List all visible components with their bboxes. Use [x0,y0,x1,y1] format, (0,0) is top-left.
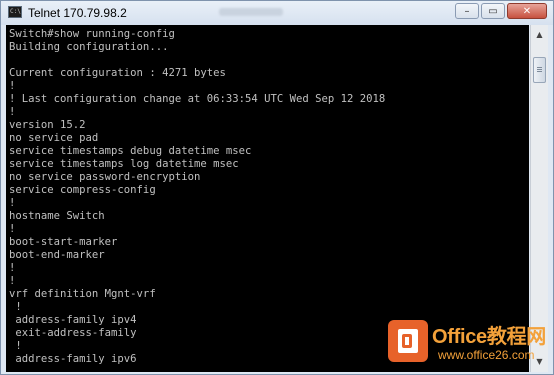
terminal-line: Switch#show running-config [9,28,175,40]
terminal-line: ! [9,340,22,352]
terminal-line: service timestamps debug datetime msec [9,145,252,157]
watermark: Office教程网 www.office26.com [388,318,548,368]
watermark-site: www.office26.com [438,348,535,362]
terminal-line: version 15.2 [9,119,86,131]
terminal-line: vrf definition Mgnt-vrf [9,288,156,300]
window-title: Telnet 170.79.98.2 [28,6,127,20]
terminal-line: ! [9,80,16,92]
terminal-line: no service password-encryption [9,171,201,183]
window-controls: – ▭ ✕ [455,3,547,21]
terminal-line: ! Last configuration change at 06:33:54 … [9,93,386,105]
terminal-line: address-family ipv6 [9,353,137,365]
console-app-icon[interactable]: C:\ [8,6,22,18]
scrollbar-thumb[interactable] [533,57,546,83]
title-bar[interactable]: C:\ Telnet 170.79.98.2 – ▭ ✕ [1,1,553,25]
office-logo-icon [388,320,428,362]
terminal-line: service timestamps log datetime msec [9,158,239,170]
watermark-brand: Office教程网 [432,326,546,348]
terminal-line: ! [9,197,16,209]
maximize-button[interactable]: ▭ [481,3,505,19]
terminal-line: no service pad [9,132,99,144]
terminal-line: boot-end-marker [9,249,105,261]
terminal-line: Building configuration... [9,41,169,53]
scroll-up-icon[interactable]: ▲ [532,26,547,43]
terminal-line: boot-start-marker [9,236,118,248]
app-icon-glyph: C:\ [10,8,21,15]
terminal-line: address-family ipv4 [9,314,137,326]
terminal-line: Current configuration : 4271 bytes [9,67,226,79]
terminal-line: ! [9,106,16,118]
minimize-button[interactable]: – [455,3,479,19]
close-button[interactable]: ✕ [507,3,547,19]
terminal-line: ! [9,262,16,274]
terminal-line: exit-address-family [9,327,137,339]
terminal-line: hostname Switch [9,210,105,222]
terminal-line: ! [9,275,16,287]
blurred-overlay [219,8,283,16]
terminal-line: service compress-config [9,184,156,196]
terminal-line: ! [9,223,16,235]
terminal-line: ! [9,301,22,313]
